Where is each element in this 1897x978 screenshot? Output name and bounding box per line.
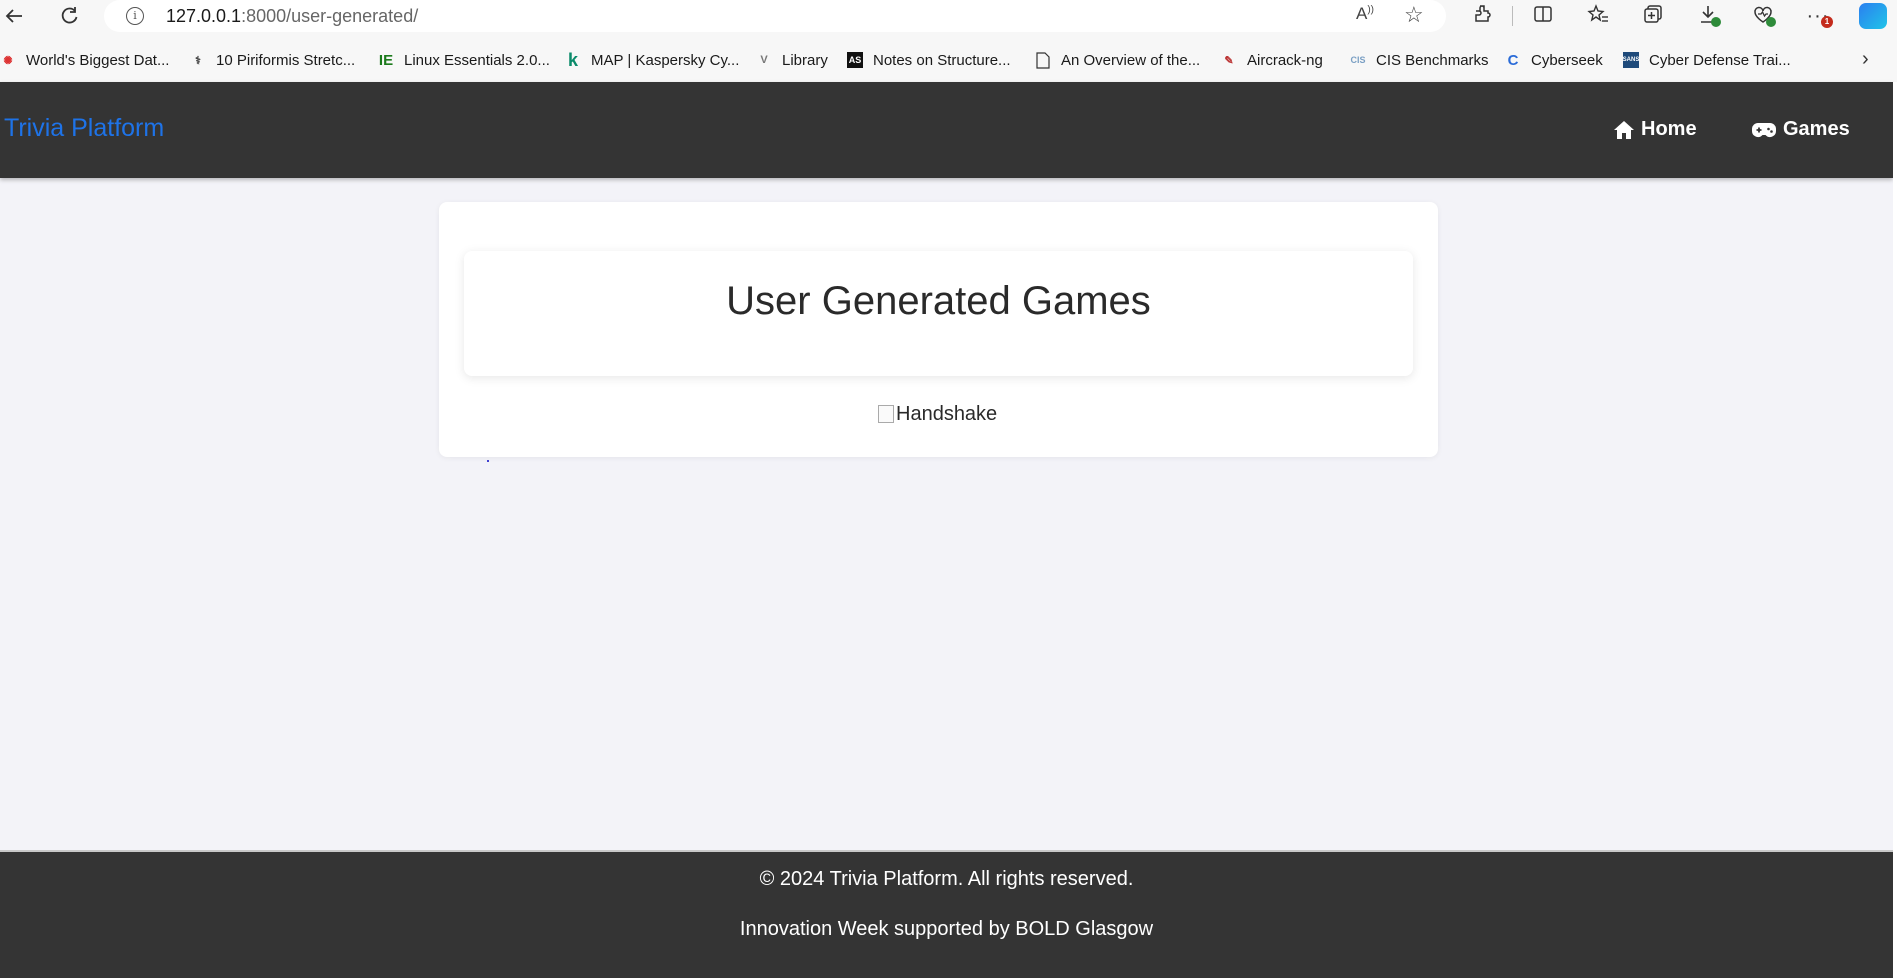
bookmark-label: Linux Essentials 2.0... [404,51,550,69]
ie-icon: IE [378,51,394,69]
bookmark-label: World's Biggest Dat... [26,51,170,69]
caduceus-icon: ⚕ [195,54,201,67]
bookmark-item[interactable]: IE Linux Essentials 2.0... [378,50,550,70]
broken-image-icon [878,405,894,423]
favorite-star-icon[interactable]: ☆ [1404,2,1424,28]
toolbar-separator [1512,6,1513,26]
colorful-dots-icon: ✺ [3,54,13,67]
gamepad-icon [1751,122,1777,137]
favorites-icon[interactable] [1585,3,1611,29]
bookmark-item[interactable]: ✎ Aircrack-ng [1221,50,1323,70]
url-text[interactable]: 127.0.0.1:8000/user-generated/ [166,6,418,27]
document-icon [1035,51,1051,69]
stray-dot [487,460,489,462]
bookmark-label: CIS Benchmarks [1376,51,1489,69]
copilot-icon[interactable] [1859,3,1887,29]
cis-icon: CIS [1350,55,1366,65]
site-header: Trivia Platform Home Games [0,82,1893,178]
browser-essentials-icon[interactable] [1750,3,1776,29]
bookmark-item[interactable]: CIS CIS Benchmarks [1350,50,1489,70]
refresh-button[interactable] [55,2,83,30]
window-edge [1893,82,1897,978]
cyberseek-icon: C [1507,51,1519,69]
settings-menu-icon[interactable]: ··· 1 [1805,3,1833,29]
page-title: User Generated Games [726,279,1151,323]
bookmark-label: 10 Piriformis Stretc... [216,51,356,69]
bookmark-item[interactable]: SANS Cyber Defense Trai... [1623,50,1791,70]
downloads-icon[interactable] [1695,3,1721,29]
bookmark-item[interactable]: C Cyberseek [1505,50,1603,70]
sans-icon: SANS [1623,52,1639,68]
as-icon: AS [847,52,863,68]
nav-games-label: Games [1783,118,1850,140]
bookmarks-overflow-chevron-icon[interactable]: › [1862,48,1869,71]
bookmark-label: Cyberseek [1531,51,1603,69]
bookmark-label: MAP | Kaspersky Cy... [591,51,740,69]
nav-home-link[interactable]: Home [1613,118,1697,141]
bookmark-label: Notes on Structure... [873,51,1011,69]
image-alt-text: Handshake [896,402,998,425]
refresh-icon [61,7,78,24]
bookmark-item[interactable]: AS Notes on Structure... [847,50,1011,70]
bookmark-item[interactable]: An Overview of the... [1035,50,1200,70]
content-card: User Generated Games Handshake [439,202,1438,457]
bookmark-label: An Overview of the... [1061,51,1201,69]
bookmark-label: Cyber Defense Trai... [1649,51,1791,69]
extensions-icon[interactable] [1470,3,1496,29]
back-arrow-icon [5,9,22,23]
title-panel: User Generated Games [464,251,1413,376]
back-button[interactable] [0,2,28,30]
site-info-icon[interactable]: i [126,7,144,25]
read-aloud-icon[interactable]: A)) [1356,4,1374,24]
credit-text: Innovation Week supported by BOLD Glasgo… [739,918,1154,940]
handshake-image: Handshake [878,402,998,426]
site-footer: © 2024 Trivia Platform. All rights reser… [0,850,1893,978]
bookmark-item[interactable]: ✺ World's Biggest Dat... [0,50,169,70]
aircrack-icon: ✎ [1224,54,1234,67]
download-complete-badge [1711,17,1721,27]
copyright-text: © 2024 Trivia Platform. All rights reser… [759,868,1134,890]
bookmark-item[interactable]: k MAP | Kaspersky Cy... [565,50,739,70]
split-screen-icon[interactable] [1530,3,1556,29]
collections-icon[interactable] [1640,3,1666,29]
kaspersky-icon: k [567,49,578,70]
brand-link[interactable]: Trivia Platform [4,114,164,143]
bookmark-item[interactable]: V Library [756,50,828,70]
nav-games-link[interactable]: Games [1751,118,1850,141]
bookmark-label: Library [782,51,828,69]
address-bar[interactable]: i 127.0.0.1:8000/user-generated/ A)) ☆ [104,0,1446,32]
v-icon: V [760,54,768,66]
menu-notification-badge: 1 [1821,16,1833,28]
home-icon [1614,120,1634,139]
nav-home-label: Home [1641,118,1697,140]
bookmark-item[interactable]: ⚕ 10 Piriformis Stretc... [190,50,355,70]
bookmark-label: Aircrack-ng [1247,51,1323,69]
essentials-status-badge [1766,17,1776,27]
